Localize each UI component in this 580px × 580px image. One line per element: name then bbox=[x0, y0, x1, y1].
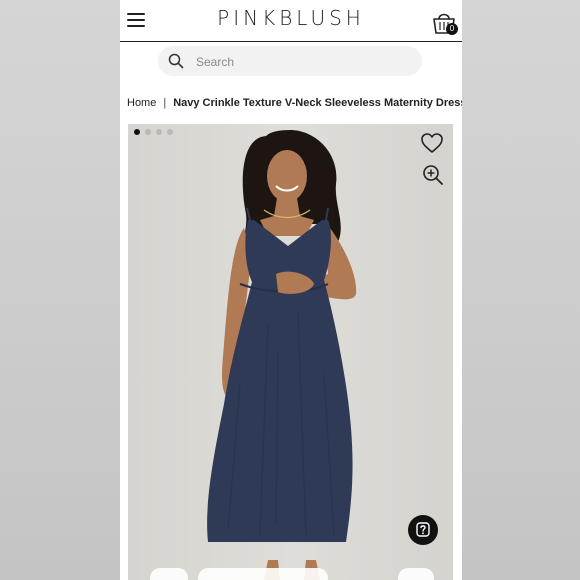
gallery-dot[interactable] bbox=[167, 129, 173, 135]
bottom-control-center[interactable] bbox=[198, 568, 328, 580]
gallery-dot-active[interactable] bbox=[134, 129, 140, 135]
background-blur-left bbox=[0, 0, 120, 580]
breadcrumb-current: Navy Crinkle Texture V-Neck Sleeveless M… bbox=[173, 97, 462, 109]
gallery-dots bbox=[134, 129, 178, 135]
breadcrumb-home-link[interactable]: Home bbox=[127, 97, 156, 109]
gallery-dot[interactable] bbox=[145, 129, 151, 135]
background-blur-right bbox=[462, 0, 580, 580]
site-header: PINKBLUSH 0 bbox=[120, 0, 462, 42]
heart-icon[interactable] bbox=[420, 132, 444, 154]
mobile-page: PINKBLUSH 0 Home | Navy Crinkle Texture V-… bbox=[120, 0, 462, 580]
gallery-dot[interactable] bbox=[156, 129, 162, 135]
help-button[interactable] bbox=[408, 515, 438, 545]
breadcrumb-separator: | bbox=[163, 97, 167, 109]
search-bar[interactable] bbox=[158, 46, 422, 76]
product-photo bbox=[207, 130, 357, 580]
zoom-in-icon[interactable] bbox=[422, 164, 444, 186]
search-icon bbox=[168, 53, 184, 69]
product-image[interactable] bbox=[128, 124, 453, 580]
search-input[interactable] bbox=[196, 54, 396, 69]
brand-logo[interactable]: PINKBLUSH bbox=[120, 6, 462, 30]
bottom-control-right[interactable] bbox=[398, 568, 434, 580]
breadcrumb: Home | Navy Crinkle Texture V-Neck Sleevel… bbox=[127, 97, 462, 109]
help-icon bbox=[416, 522, 430, 537]
bottom-control-left[interactable] bbox=[150, 568, 188, 580]
cart-count-badge: 0 bbox=[446, 23, 458, 35]
